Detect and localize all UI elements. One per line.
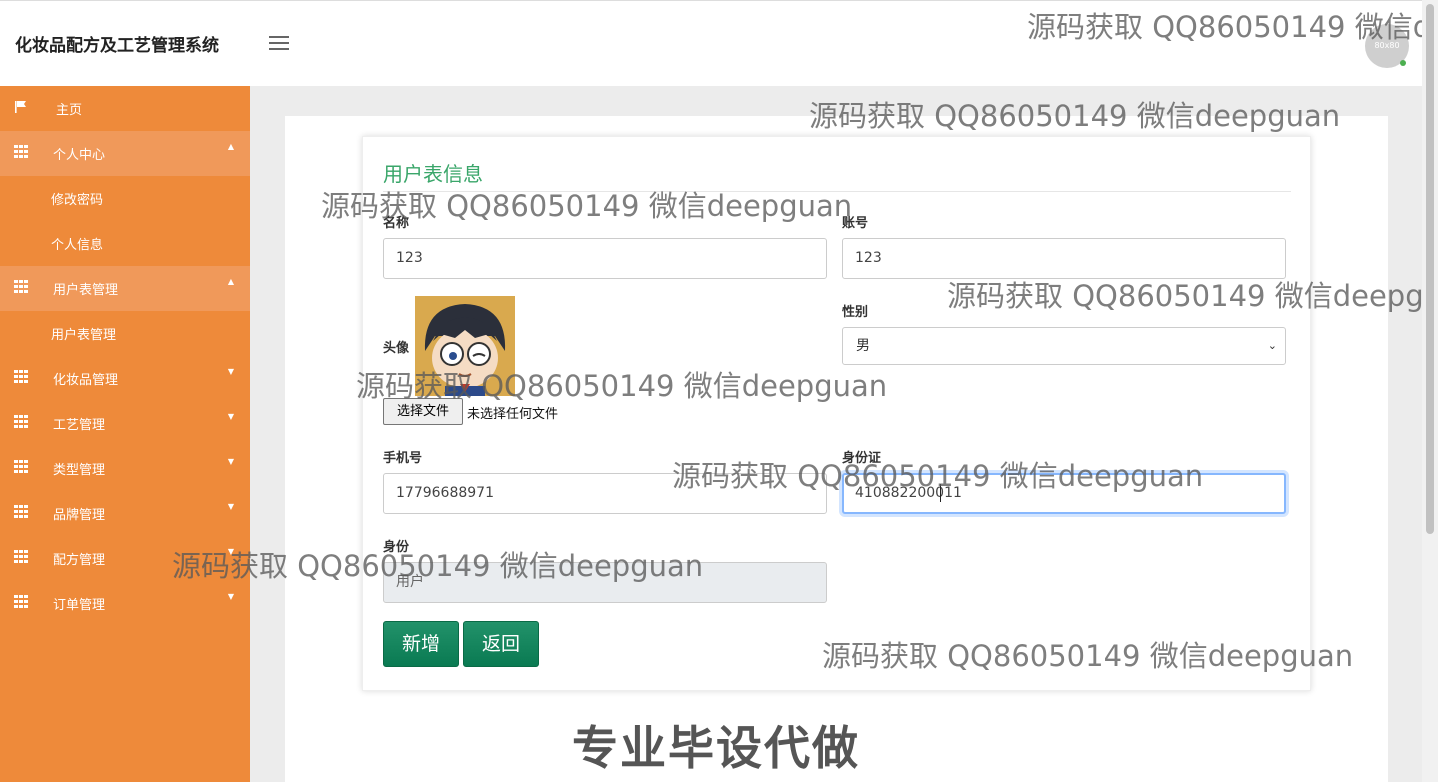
- sidebar-item-label: 配方管理: [53, 553, 106, 568]
- watermark: 源码获取 QQ86050149 微信deepguan: [172, 549, 704, 583]
- app-title: 化妆品配方及工艺管理系统: [15, 36, 219, 56]
- sidebar-item-label: 工艺管理: [53, 418, 106, 433]
- chevron-up-icon: ▲: [227, 277, 234, 286]
- sidebar-item-type[interactable]: 类型管理 ▼: [0, 446, 250, 491]
- sidebar: 主页 个人中心 ▲ 修改密码 个人信息 用户表管理 ▲ 用户表管理 化妆品管理 …: [0, 86, 250, 782]
- bottom-banner: 专业毕设代做: [572, 721, 860, 775]
- file-status-text: 未选择任何文件: [467, 407, 559, 422]
- hamburger-menu-icon[interactable]: [269, 36, 289, 52]
- sidebar-item-home[interactable]: 主页: [0, 86, 250, 131]
- online-status-dot: [1400, 60, 1406, 66]
- sidebar-item-label: 类型管理: [53, 463, 106, 478]
- sidebar-item-label: 主页: [56, 103, 83, 118]
- chevron-down-icon: ▼: [227, 367, 234, 376]
- watermark: 源码获取 QQ86050149 微信deepguan: [822, 639, 1354, 673]
- sidebar-item-user-table[interactable]: 用户表管理: [0, 311, 250, 356]
- watermark: 源码获取 QQ86050149 微信deepguan: [672, 459, 1204, 493]
- avatar-label: 头像: [383, 341, 410, 356]
- sidebar-item-label: 化妆品管理: [53, 373, 119, 388]
- sidebar-item-label: 品牌管理: [53, 508, 106, 523]
- sidebar-item-cosmetics[interactable]: 化妆品管理 ▼: [0, 356, 250, 401]
- sidebar-item-orders[interactable]: 订单管理 ▼: [0, 581, 250, 626]
- sidebar-item-personal-info[interactable]: 个人信息: [0, 221, 250, 266]
- grid-icon: [14, 460, 28, 474]
- sidebar-item-personal-center[interactable]: 个人中心 ▲: [0, 131, 250, 176]
- sidebar-item-change-password[interactable]: 修改密码: [0, 176, 250, 221]
- chevron-down-icon: ▼: [227, 502, 234, 511]
- name-input[interactable]: 123: [383, 238, 827, 279]
- sidebar-item-label: 订单管理: [53, 598, 106, 613]
- grid-icon: [14, 595, 28, 609]
- sidebar-item-brand[interactable]: 品牌管理 ▼: [0, 491, 250, 536]
- sidebar-item-label: 个人信息: [51, 238, 104, 253]
- watermark: 源码获取 QQ86050149 微信deepguan: [356, 369, 888, 403]
- watermark: 源码获取 QQ86050149 微信deepguan: [809, 99, 1341, 133]
- sidebar-item-label: 修改密码: [51, 193, 104, 208]
- watermark: 源码获取 QQ86050149 微信deepguan: [947, 279, 1438, 313]
- chevron-down-icon: ▼: [227, 592, 234, 601]
- watermark: 源码获取 QQ86050149 微信deepguan: [321, 189, 853, 223]
- sidebar-item-user-table-management[interactable]: 用户表管理 ▲: [0, 266, 250, 311]
- sidebar-item-label: 个人中心: [53, 148, 106, 163]
- scrollbar-thumb[interactable]: [1426, 4, 1434, 534]
- gender-select[interactable]: 男 ⌄: [842, 327, 1286, 365]
- add-button[interactable]: 新增: [383, 621, 459, 667]
- chevron-down-icon: ⌄: [1267, 339, 1277, 352]
- chevron-down-icon: ▼: [227, 412, 234, 421]
- back-button[interactable]: 返回: [463, 621, 539, 667]
- grid-icon: [14, 280, 28, 294]
- sidebar-item-process[interactable]: 工艺管理 ▼: [0, 401, 250, 446]
- watermark: 源码获取 QQ86050149 微信deepguan: [1027, 10, 1438, 44]
- grid-icon: [14, 505, 28, 519]
- sidebar-item-label: 用户表管理: [53, 283, 119, 298]
- gender-label: 性别: [842, 305, 869, 320]
- flag-icon: [15, 101, 26, 113]
- phone-label: 手机号: [383, 451, 423, 466]
- chevron-up-icon: ▲: [227, 142, 234, 151]
- grid-icon: [14, 145, 28, 159]
- grid-icon: [14, 415, 28, 429]
- sidebar-item-label: 用户表管理: [51, 328, 117, 343]
- grid-icon: [14, 550, 28, 564]
- chevron-down-icon: ▼: [227, 457, 234, 466]
- vertical-scrollbar[interactable]: [1422, 0, 1438, 782]
- grid-icon: [14, 370, 28, 384]
